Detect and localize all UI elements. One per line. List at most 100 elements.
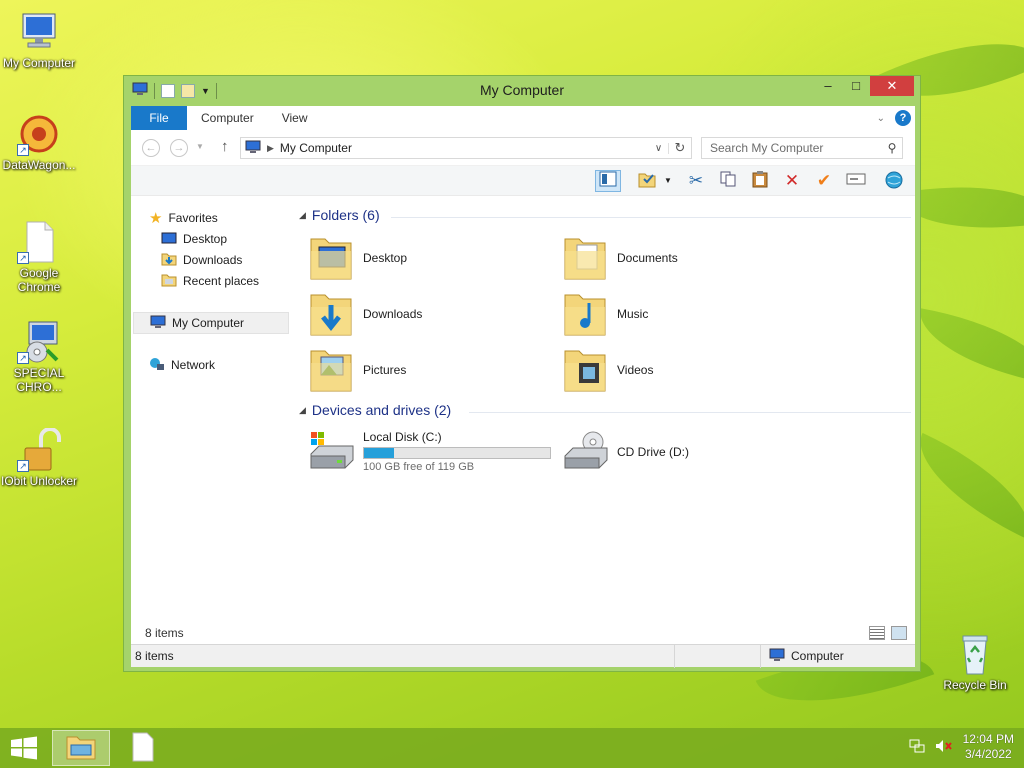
search-icon: ⚲	[887, 141, 897, 155]
file-icon	[131, 732, 155, 765]
group-title: Folders (6)	[311, 207, 380, 223]
status-location-label: Computer	[791, 649, 844, 663]
close-button[interactable]: ✕	[870, 76, 914, 96]
desktop-icon-special-chro[interactable]: ↗ SPECIAL CHRO...	[0, 320, 78, 394]
checklist-folder-icon[interactable]	[635, 170, 661, 192]
breadcrumb-arrow-icon[interactable]: ▶	[267, 143, 274, 154]
drive-item-local-disk-c[interactable]: Local Disk (C:) 100 GB free of 119 GB	[309, 430, 551, 473]
folder-label: Videos	[617, 363, 654, 377]
folder-label: Music	[617, 307, 649, 321]
file-icon: ↗	[17, 220, 61, 264]
drive-info: Local Disk (C:) 100 GB free of 119 GB	[363, 430, 551, 473]
navigation-pane: ★ Favorites Desktop Downloads Recent pla…	[131, 196, 291, 611]
shortcut-arrow-icon: ↗	[17, 460, 29, 472]
desktop-folder-icon	[309, 233, 353, 284]
drive-item-cd-drive-d[interactable]: CD Drive (D:)	[563, 430, 689, 473]
recent-locations-icon[interactable]: ▼	[196, 142, 204, 151]
sidebar-item-label: Recent places	[183, 274, 260, 288]
padlock-icon: ↗	[17, 427, 61, 472]
copy-icon[interactable]	[715, 170, 741, 192]
collapse-triangle-icon[interactable]: ◢	[299, 210, 306, 221]
chevron-down-icon[interactable]: ▼	[664, 176, 672, 185]
details-view-icon[interactable]	[869, 626, 885, 640]
large-icons-view-icon[interactable]	[891, 626, 907, 640]
address-bar[interactable]: ▶ My Computer ∨ ↻	[240, 137, 692, 159]
folder-item-music[interactable]: Music	[563, 288, 813, 340]
clock[interactable]: 12:04 PM 3/4/2022	[963, 732, 1014, 762]
desktop-icon-label: IObit Unlocker	[0, 474, 78, 488]
network-status-icon[interactable]	[909, 739, 925, 756]
maximize-button[interactable]: □	[842, 76, 870, 96]
cut-icon[interactable]: ✂	[683, 170, 709, 192]
desktop-icon-recycle-bin[interactable]: Recycle Bin	[936, 632, 1014, 692]
folder-item-downloads[interactable]: Downloads	[309, 288, 559, 340]
explorer-window[interactable]: ▼ My Computer – □ ✕ File Computer View ⌄…	[123, 75, 921, 672]
computer-icon	[17, 10, 61, 54]
start-button[interactable]	[10, 736, 38, 760]
group-divider	[469, 412, 911, 413]
sidebar-item-recent-places[interactable]: Recent places	[161, 271, 259, 291]
volume-muted-icon[interactable]	[935, 739, 953, 756]
downloads-icon	[161, 252, 177, 269]
documents-folder-icon	[563, 233, 607, 284]
folder-item-documents[interactable]: Documents	[563, 232, 813, 284]
folders-group-header[interactable]: ◢ Folders (6)	[299, 207, 380, 223]
refresh-icon[interactable]: ↻	[669, 140, 691, 156]
minimize-button[interactable]: –	[814, 76, 842, 96]
sidebar-item-label: Favorites	[168, 211, 218, 225]
drives-group-header[interactable]: ◢ Devices and drives (2)	[299, 402, 451, 418]
search-box[interactable]: Search My Computer ⚲	[701, 137, 903, 159]
folder-item-desktop[interactable]: Desktop	[309, 232, 559, 284]
title-bar[interactable]: ▼ My Computer – □ ✕	[124, 76, 920, 104]
status-spacer	[675, 644, 761, 668]
sidebar-item-downloads[interactable]: Downloads	[161, 250, 242, 270]
sidebar-item-network[interactable]: Network	[149, 355, 215, 375]
sidebar-item-desktop[interactable]: Desktop	[161, 229, 227, 249]
search-input[interactable]: Search My Computer	[710, 141, 882, 155]
shortcut-arrow-icon: ↗	[17, 252, 29, 264]
preview-pane-button[interactable]	[595, 170, 621, 192]
desktop-icon-iobit-unlocker[interactable]: ↗ IObit Unlocker	[0, 427, 78, 488]
drive-label: CD Drive (D:)	[617, 444, 689, 459]
desktop-icon-datawagon[interactable]: ↗ DataWagon...	[0, 112, 78, 172]
sidebar-item-my-computer[interactable]: My Computer	[133, 312, 289, 334]
back-button[interactable]: ←	[142, 139, 160, 157]
star-icon: ★	[149, 210, 163, 227]
file-explorer-icon	[65, 733, 97, 764]
sidebar-item-label: Downloads	[183, 253, 243, 267]
up-button[interactable]: ↑	[221, 138, 229, 155]
desktop-icon-google-chrome[interactable]: ↗ Google Chrome	[0, 220, 78, 294]
cd-drive-icon	[563, 430, 609, 473]
shortcut-arrow-icon: ↗	[17, 352, 29, 364]
pictures-folder-icon	[309, 345, 353, 396]
taskbar-file-explorer[interactable]	[52, 730, 110, 766]
desktop-icon-my-computer[interactable]: My Computer	[0, 10, 78, 70]
shortcut-arrow-icon: ↗	[17, 144, 29, 156]
drive-info: CD Drive (D:)	[617, 445, 689, 459]
collapse-triangle-icon[interactable]: ◢	[299, 405, 306, 416]
window-controls: – □ ✕	[814, 76, 914, 96]
expand-ribbon-icon[interactable]: ⌄	[877, 113, 885, 124]
select-checkmark-icon[interactable]: ✔	[811, 170, 837, 192]
computer-icon	[769, 648, 785, 665]
group-divider	[391, 217, 911, 218]
network-icon	[149, 357, 165, 374]
command-toolbar: ▼ ✂ ✕ ✔	[131, 166, 915, 196]
help-icon[interactable]: ?	[895, 110, 911, 126]
tab-computer[interactable]: Computer	[187, 106, 268, 130]
rename-icon[interactable]	[843, 170, 869, 192]
window-title: My Computer	[479, 82, 565, 98]
delete-icon[interactable]: ✕	[779, 170, 805, 192]
tab-view[interactable]: View	[268, 106, 322, 130]
folder-item-pictures[interactable]: Pictures	[309, 344, 559, 396]
sidebar-item-favorites[interactable]: ★ Favorites	[149, 208, 218, 228]
globe-icon[interactable]	[881, 170, 907, 192]
desktop-icon-label: DataWagon...	[2, 158, 76, 172]
tab-file[interactable]: File	[131, 106, 187, 130]
address-dropdown-icon[interactable]: ∨	[649, 142, 669, 154]
forward-button[interactable]: →	[170, 139, 188, 157]
address-path[interactable]: My Computer	[280, 141, 352, 155]
folder-item-videos[interactable]: Videos	[563, 344, 813, 396]
taskbar-document[interactable]	[114, 730, 172, 766]
paste-icon[interactable]	[747, 170, 773, 192]
